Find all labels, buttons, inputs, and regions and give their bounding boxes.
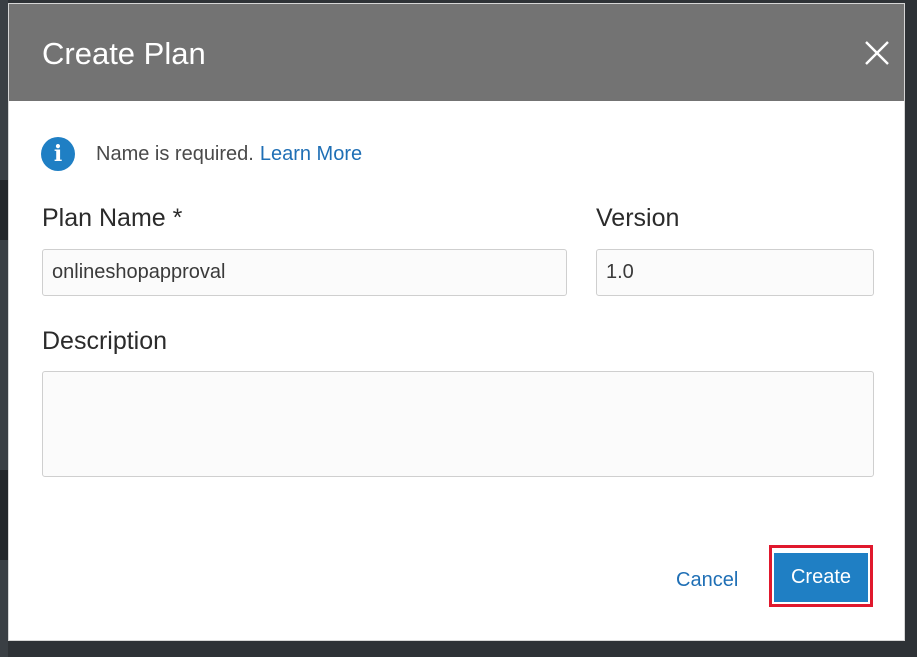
version-label: Version [596,204,680,232]
plan-name-label: Plan Name * [42,204,183,232]
dialog-header: Create Plan [9,4,904,101]
learn-more-link[interactable]: Learn More [260,143,362,166]
close-button[interactable] [862,38,892,68]
dialog-title: Create Plan [42,36,206,71]
cancel-button[interactable]: Cancel [668,562,746,598]
description-label: Description [42,327,168,355]
info-icon: i [41,137,75,171]
create-plan-dialog: Create Plan i Name is required. Learn Mo… [8,3,905,641]
create-button[interactable]: Create [774,550,868,602]
info-message: i Name is required. Learn More [41,136,362,172]
description-input[interactable] [42,371,874,477]
info-text: Name is required. [96,142,254,165]
plan-name-input[interactable] [42,249,567,296]
close-icon [865,41,889,65]
version-input[interactable] [596,249,874,296]
background-page [0,0,8,657]
